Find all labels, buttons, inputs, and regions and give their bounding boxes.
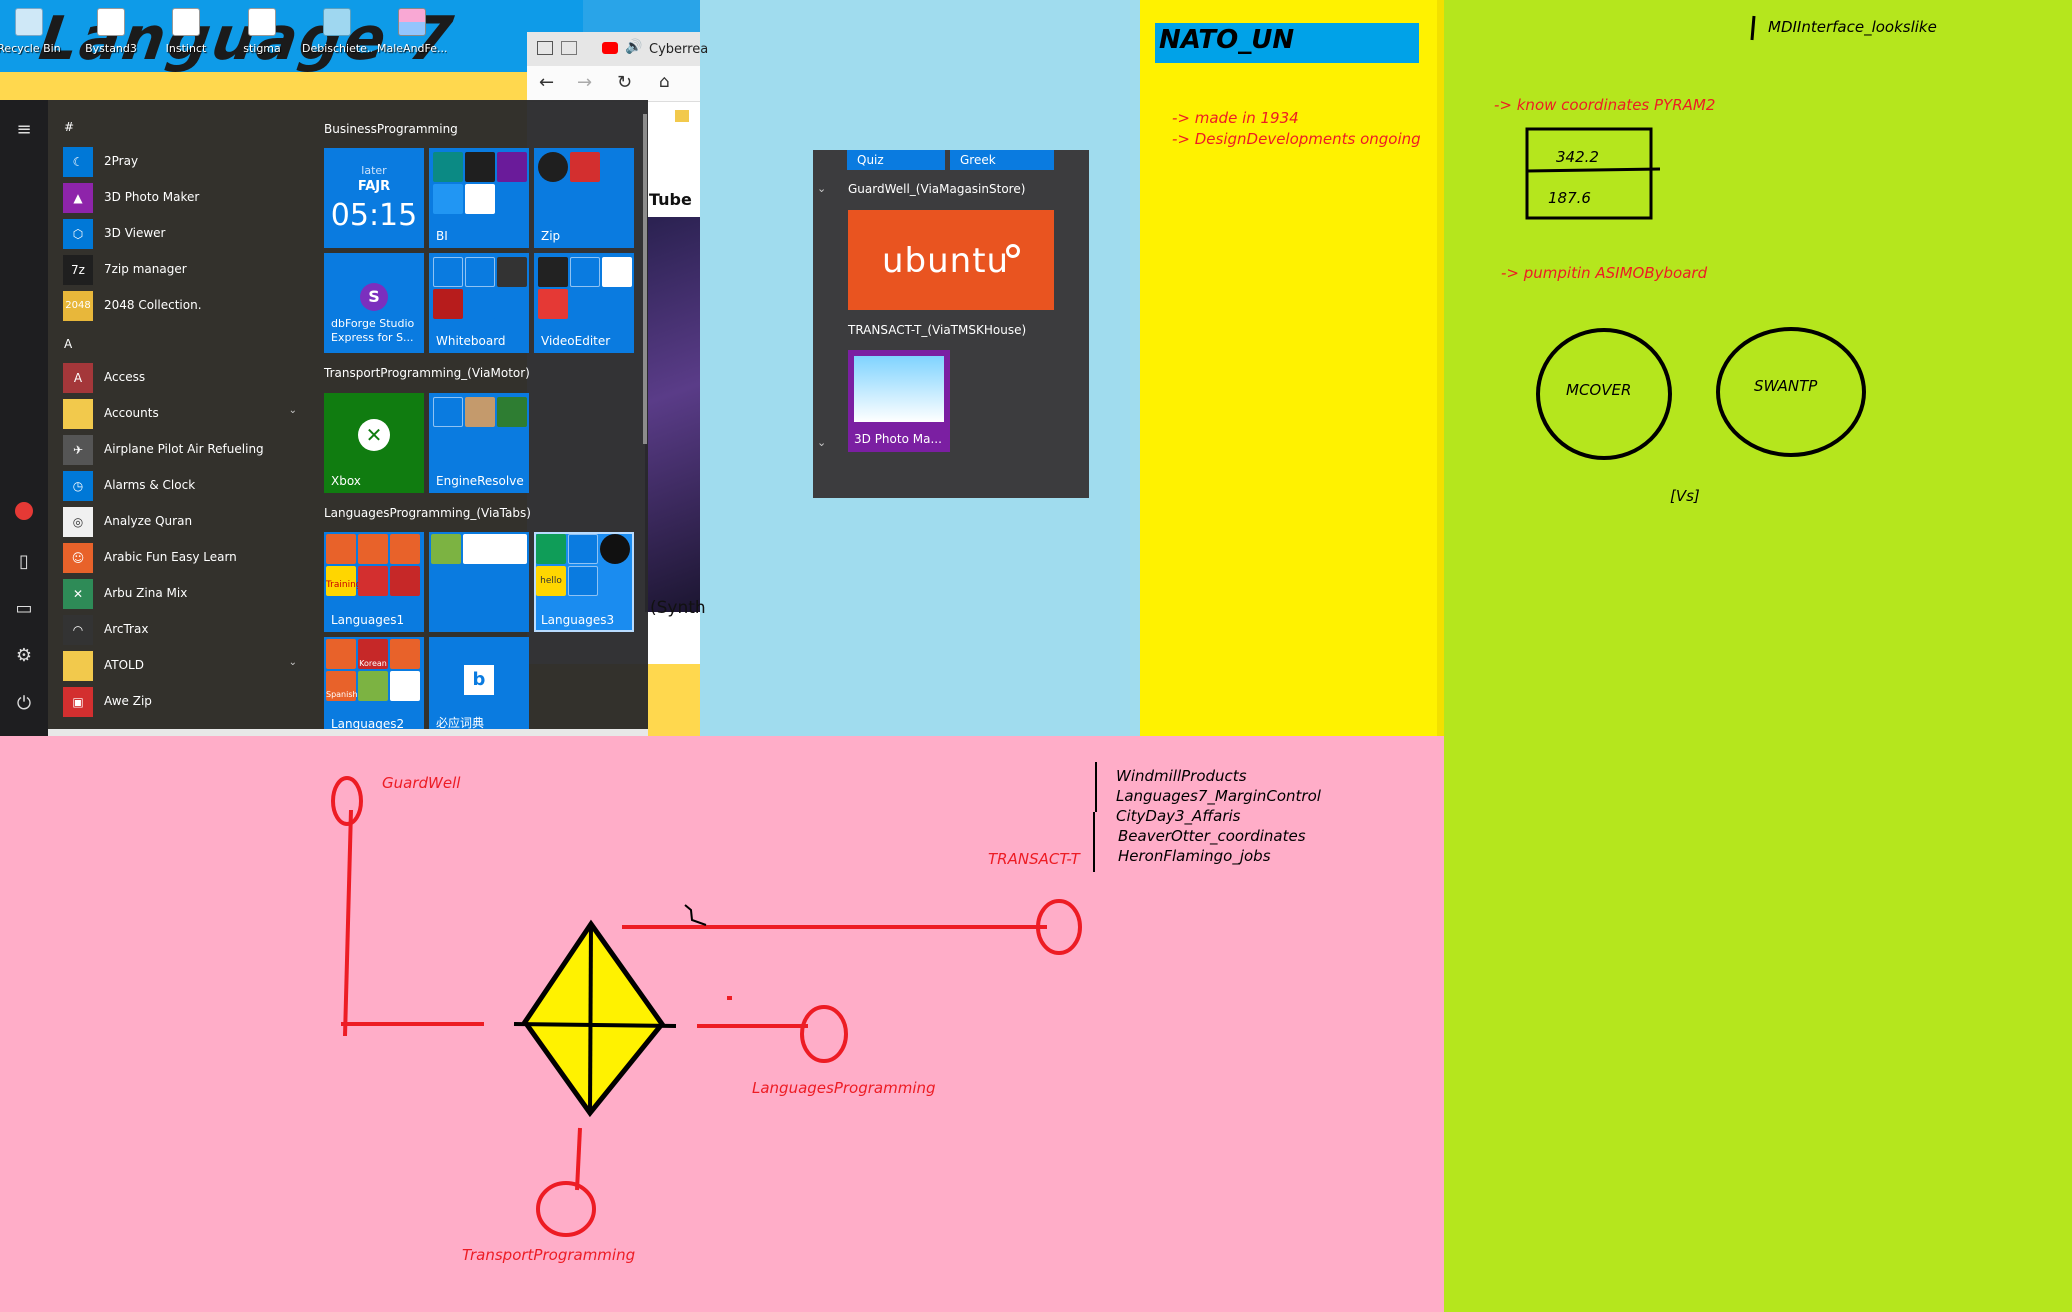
coordinates-box xyxy=(1525,15,1756,220)
list-bracket xyxy=(1093,762,1097,872)
hand-drawn-overlay xyxy=(331,15,1866,1237)
diamond-shape xyxy=(513,919,677,1118)
diagram-connectors xyxy=(331,776,1082,1237)
circle-mcover xyxy=(1536,328,1672,460)
tick-mark xyxy=(684,904,707,926)
circle-swantp xyxy=(1716,327,1866,457)
